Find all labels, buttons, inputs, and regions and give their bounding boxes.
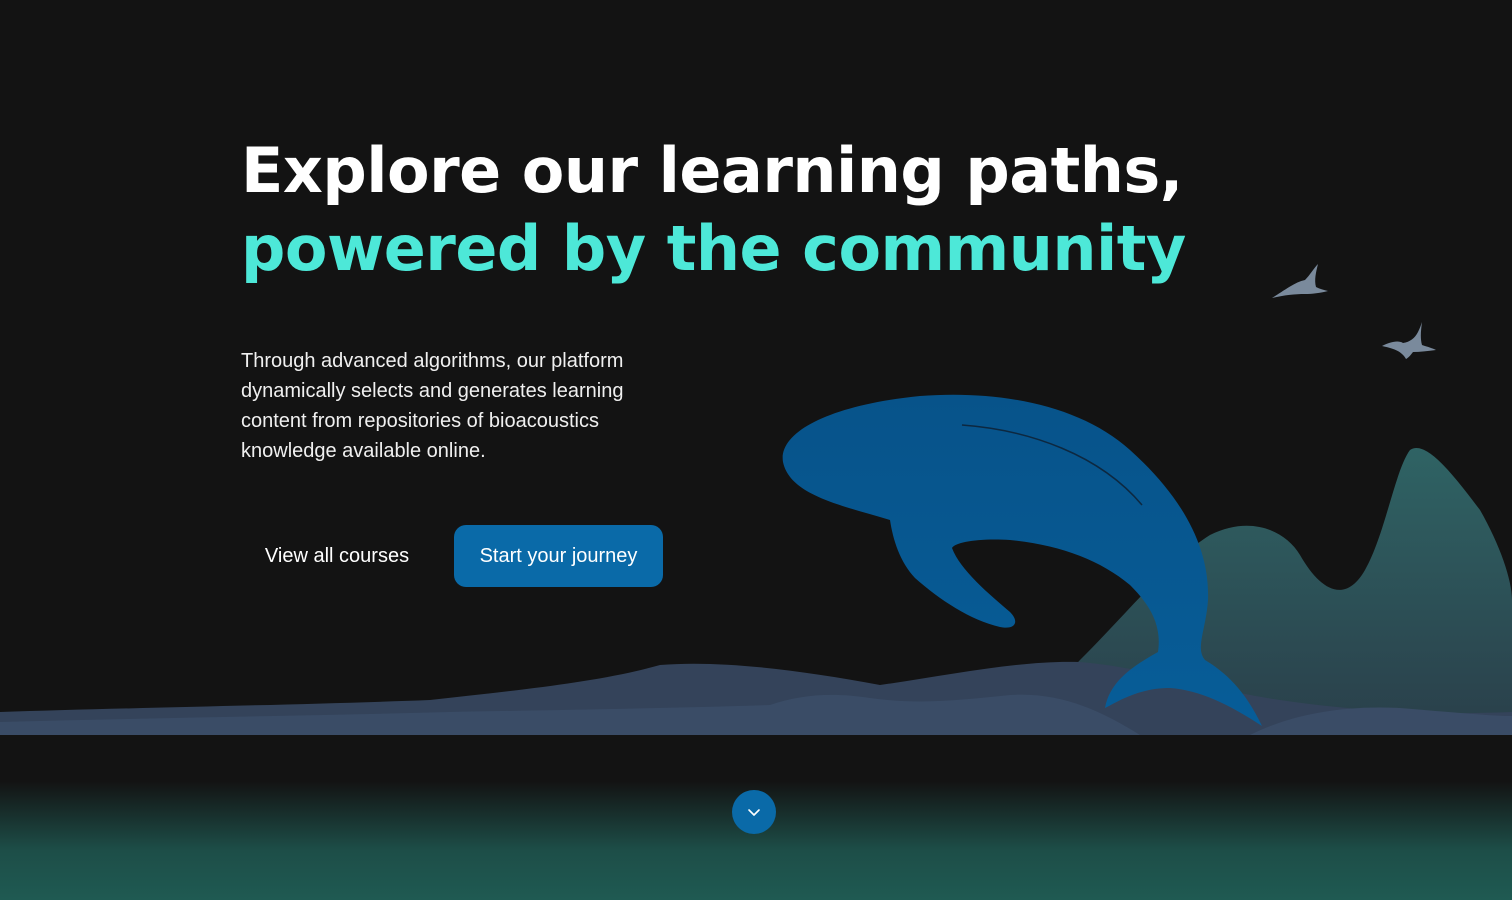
bird-icon [1272, 264, 1328, 298]
hero-headline: Explore our learning paths, powered by t… [241, 132, 1186, 288]
scroll-down-button[interactable] [732, 790, 776, 834]
start-journey-button[interactable]: Start your journey [454, 525, 663, 587]
chevron-down-icon [748, 809, 760, 816]
headline-line-1: Explore our learning paths, [241, 134, 1183, 207]
hero-description: Through advanced algorithms, our platfor… [241, 350, 624, 462]
headline-line-2-accent: powered by the community [241, 212, 1186, 285]
bird-icon [1382, 322, 1436, 359]
view-all-courses-button[interactable]: View all courses [241, 525, 433, 587]
hero-illustration [0, 264, 1512, 735]
hero-section: Explore our learning paths, powered by t… [0, 0, 1512, 735]
